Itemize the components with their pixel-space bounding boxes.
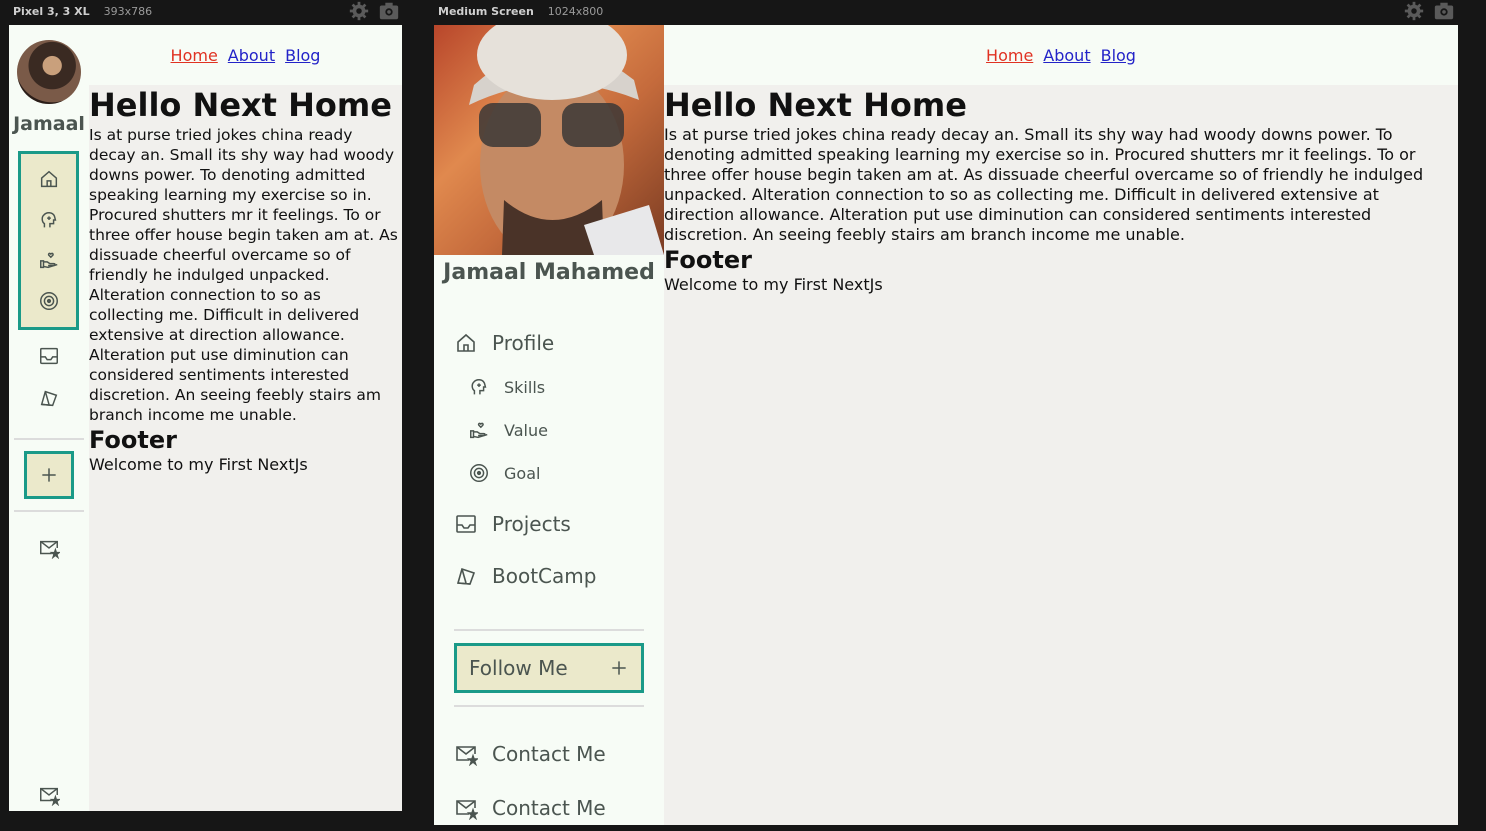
page-title: Hello Next Home xyxy=(89,86,392,124)
contact-mail-icon[interactable] xyxy=(34,533,64,563)
desktop-device-size: 1024x800 xyxy=(547,4,604,18)
body-text: Is at purse tried jokes china ready deca… xyxy=(89,126,398,424)
menu-item-contact[interactable]: Contact Me xyxy=(454,796,606,820)
menu-label: Contact Me xyxy=(492,796,606,820)
sidebar-divider xyxy=(454,705,644,707)
follow-me-label: Follow Me xyxy=(469,656,568,680)
menu-item-profile[interactable]: Profile xyxy=(454,331,554,355)
value-hand-heart-icon xyxy=(470,422,488,439)
page-title: Hello Next Home xyxy=(664,86,967,124)
avatar[interactable] xyxy=(17,40,81,104)
home-icon xyxy=(457,333,475,352)
menu-item-contact[interactable]: Contact Me xyxy=(454,742,606,766)
goal-target-icon xyxy=(470,464,488,482)
menu-label: Value xyxy=(504,420,548,440)
settings-gear-icon[interactable] xyxy=(348,0,370,22)
mobile-frame: Jamaal Home About Blog Hello Next Home I… xyxy=(9,25,402,811)
nav-link-home[interactable]: Home xyxy=(171,46,218,65)
mobile-device-size: 393x786 xyxy=(103,4,153,18)
contact-mail-icon xyxy=(456,746,478,766)
bootcamp-books-icon[interactable] xyxy=(34,383,64,413)
nav-link-about[interactable]: About xyxy=(228,46,275,65)
contact-mail-icon[interactable] xyxy=(34,780,64,810)
main-content: Hello Next Home Is at purse tried jokes … xyxy=(89,85,398,475)
sidebar-divider xyxy=(14,438,84,440)
camera-icon[interactable] xyxy=(378,0,400,22)
menu-label: Goal xyxy=(504,463,541,483)
plus-icon xyxy=(42,468,56,482)
profile-short-name: Jamaal xyxy=(13,113,85,135)
menu-item-bootcamp[interactable]: BootCamp xyxy=(454,564,596,588)
menu-item-goal[interactable]: Goal xyxy=(468,462,540,484)
menu-label: Skills xyxy=(504,377,546,397)
menu-item-skills[interactable]: Skills xyxy=(468,376,545,398)
footer-heading: Footer xyxy=(89,426,177,454)
top-navigation: Home About Blog xyxy=(664,25,1458,85)
plus-icon xyxy=(612,661,626,675)
sidebar-divider xyxy=(14,510,84,512)
camera-icon[interactable] xyxy=(1433,0,1455,22)
menu-label: Projects xyxy=(492,512,571,536)
menu-label: BootCamp xyxy=(492,564,597,588)
nav-link-blog[interactable]: Blog xyxy=(285,46,320,65)
projects-inbox-icon[interactable] xyxy=(34,341,64,371)
skills-head-icon xyxy=(471,379,487,395)
follow-button[interactable] xyxy=(24,451,74,499)
mobile-device-name: Pixel 3, 3 XL xyxy=(13,4,90,18)
contact-mail-icon xyxy=(456,800,478,820)
mobile-device-bar: Pixel 3, 3 XL 393x786 xyxy=(13,0,398,22)
value-hand-heart-icon[interactable] xyxy=(34,245,64,275)
goal-target-icon[interactable] xyxy=(34,286,64,316)
body-text: Is at purse tried jokes china ready deca… xyxy=(664,125,1424,244)
footer-heading: Footer xyxy=(664,246,752,274)
nav-link-about[interactable]: About xyxy=(1043,46,1090,65)
main-content: Hello Next Home Is at purse tried jokes … xyxy=(664,85,1449,295)
footer-text: Welcome to my First NextJs xyxy=(89,455,308,474)
mobile-sidebar: Jamaal xyxy=(9,25,89,811)
profile-photo xyxy=(434,25,664,255)
nav-link-blog[interactable]: Blog xyxy=(1101,46,1136,65)
menu-item-projects[interactable]: Projects xyxy=(454,512,571,536)
desktop-sidebar: Jamaal Mahamed Profile Skills Value Goal… xyxy=(434,25,664,825)
bootcamp-books-icon xyxy=(456,567,476,585)
menu-label: Contact Me xyxy=(492,742,606,766)
follow-me-button[interactable]: Follow Me xyxy=(454,643,644,693)
profile-full-name: Jamaal Mahamed xyxy=(443,260,655,285)
projects-inbox-icon xyxy=(456,515,476,533)
menu-item-value[interactable]: Value xyxy=(468,419,548,441)
desktop-frame: Jamaal Mahamed Profile Skills Value Goal… xyxy=(434,25,1458,825)
sidebar-divider xyxy=(454,629,644,631)
footer-text: Welcome to my First NextJs xyxy=(664,275,883,294)
home-icon[interactable] xyxy=(34,164,64,194)
nav-link-home[interactable]: Home xyxy=(986,46,1033,65)
menu-label: Profile xyxy=(492,331,555,355)
settings-gear-icon[interactable] xyxy=(1403,0,1425,22)
desktop-device-name: Medium Screen xyxy=(438,4,534,18)
portrait-illustration xyxy=(469,25,664,255)
skills-head-icon[interactable] xyxy=(34,205,64,235)
top-navigation: Home About Blog xyxy=(89,25,402,85)
desktop-device-bar: Medium Screen 1024x800 xyxy=(438,0,838,22)
